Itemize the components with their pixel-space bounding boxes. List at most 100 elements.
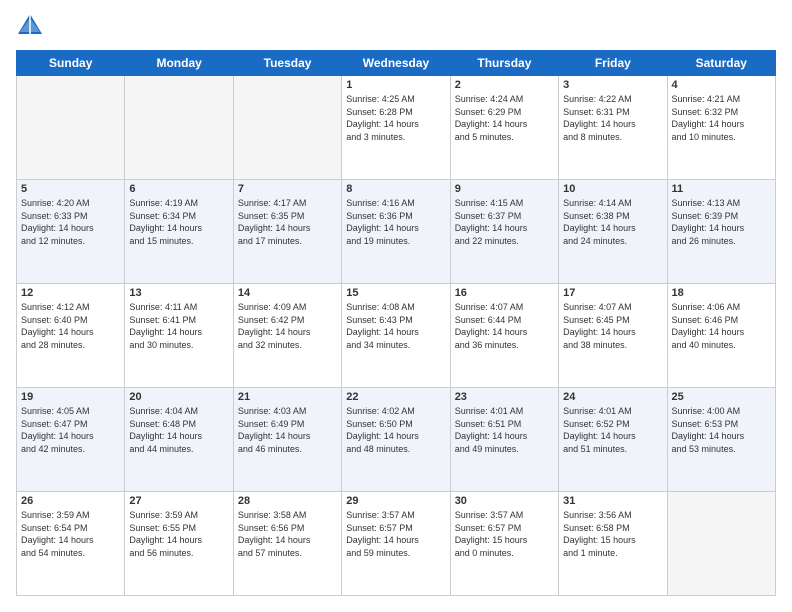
day-info-28: Sunrise: 3:58 AM Sunset: 6:56 PM Dayligh… xyxy=(238,509,337,559)
day-number-3: 3 xyxy=(563,79,662,91)
weekday-header-thursday: Thursday xyxy=(450,51,558,76)
empty-cell xyxy=(125,76,233,180)
day-number-5: 5 xyxy=(21,183,120,195)
day-info-4: Sunrise: 4:21 AM Sunset: 6:32 PM Dayligh… xyxy=(672,93,771,143)
weekday-header-monday: Monday xyxy=(125,51,233,76)
day-cell-4: 4Sunrise: 4:21 AM Sunset: 6:32 PM Daylig… xyxy=(667,76,775,180)
day-info-22: Sunrise: 4:02 AM Sunset: 6:50 PM Dayligh… xyxy=(346,405,445,455)
week-row-5: 26 Sunrise: 3:59 AM Sunset: 6:54 PM Dayli… xyxy=(17,492,776,596)
day-number-15: 15 xyxy=(346,287,445,299)
day-number-22: 22 xyxy=(346,391,445,403)
day-number-26: 26 xyxy=(21,495,120,507)
week-row-4: 19 Sunrise: 4:05 AM Sunset: 6:47 PM Dayli… xyxy=(17,388,776,492)
calendar-table: SundayMondayTuesdayWednesdayThursdayFrid… xyxy=(16,50,776,596)
day-info-14: Sunrise: 4:09 AM Sunset: 6:42 PM Dayligh… xyxy=(238,301,337,351)
day-number-2: 2 xyxy=(455,79,554,91)
day-info-13: Sunrise: 4:11 AM Sunset: 6:41 PM Dayligh… xyxy=(129,301,228,351)
day-cell-16: 16Sunrise: 4:07 AM Sunset: 6:44 PM Dayli… xyxy=(450,284,558,388)
day-number-14: 14 xyxy=(238,287,337,299)
day-cell-13: 13 Sunrise: 4:11 AM Sunset: 6:41 PM Dayli… xyxy=(125,284,233,388)
day-cell-5: 5 Sunrise: 4:20 AM Sunset: 6:33 PM Daylig… xyxy=(17,180,125,284)
day-cell-31: 31 Sunrise: 3:56 AM Sunset: 6:58 PM Dayli… xyxy=(559,492,667,596)
day-info-8: Sunrise: 4:16 AM Sunset: 6:36 PM Dayligh… xyxy=(346,197,445,247)
empty-cell xyxy=(233,76,341,180)
day-cell-30: 30 Sunrise: 3:57 AM Sunset: 6:57 PM Dayli… xyxy=(450,492,558,596)
day-info-1: Sunrise: 4:25 AM Sunset: 6:28 PM Dayligh… xyxy=(346,93,445,143)
day-info-10: Sunrise: 4:14 AM Sunset: 6:38 PM Dayligh… xyxy=(563,197,662,247)
day-number-30: 30 xyxy=(455,495,554,507)
weekday-header-row: SundayMondayTuesdayWednesdayThursdayFrid… xyxy=(17,51,776,76)
day-number-8: 8 xyxy=(346,183,445,195)
day-info-19: Sunrise: 4:05 AM Sunset: 6:47 PM Dayligh… xyxy=(21,405,120,455)
day-number-19: 19 xyxy=(21,391,120,403)
day-info-5: Sunrise: 4:20 AM Sunset: 6:33 PM Dayligh… xyxy=(21,197,120,247)
day-info-2: Sunrise: 4:24 AM Sunset: 6:29 PM Dayligh… xyxy=(455,93,554,143)
header xyxy=(16,16,776,40)
week-row-2: 5 Sunrise: 4:20 AM Sunset: 6:33 PM Daylig… xyxy=(17,180,776,284)
day-cell-19: 19 Sunrise: 4:05 AM Sunset: 6:47 PM Dayli… xyxy=(17,388,125,492)
day-cell-10: 10 Sunrise: 4:14 AM Sunset: 6:38 PM Dayli… xyxy=(559,180,667,284)
day-cell-3: 3Sunrise: 4:22 AM Sunset: 6:31 PM Daylig… xyxy=(559,76,667,180)
week-row-3: 12 Sunrise: 4:12 AM Sunset: 6:40 PM Dayli… xyxy=(17,284,776,388)
day-info-25: Sunrise: 4:00 AM Sunset: 6:53 PM Dayligh… xyxy=(672,405,771,455)
day-cell-7: 7 Sunrise: 4:17 AM Sunset: 6:35 PM Daylig… xyxy=(233,180,341,284)
day-info-21: Sunrise: 4:03 AM Sunset: 6:49 PM Dayligh… xyxy=(238,405,337,455)
day-info-7: Sunrise: 4:17 AM Sunset: 6:35 PM Dayligh… xyxy=(238,197,337,247)
empty-cell xyxy=(17,76,125,180)
day-cell-22: 22 Sunrise: 4:02 AM Sunset: 6:50 PM Dayli… xyxy=(342,388,450,492)
day-cell-12: 12 Sunrise: 4:12 AM Sunset: 6:40 PM Dayli… xyxy=(17,284,125,388)
logo-icon xyxy=(16,12,44,40)
day-number-13: 13 xyxy=(129,287,228,299)
day-info-29: Sunrise: 3:57 AM Sunset: 6:57 PM Dayligh… xyxy=(346,509,445,559)
day-cell-17: 17Sunrise: 4:07 AM Sunset: 6:45 PM Dayli… xyxy=(559,284,667,388)
day-cell-21: 21 Sunrise: 4:03 AM Sunset: 6:49 PM Dayli… xyxy=(233,388,341,492)
day-number-11: 11 xyxy=(672,183,771,195)
day-info-23: Sunrise: 4:01 AM Sunset: 6:51 PM Dayligh… xyxy=(455,405,554,455)
day-number-18: 18 xyxy=(672,287,771,299)
day-info-15: Sunrise: 4:08 AM Sunset: 6:43 PM Dayligh… xyxy=(346,301,445,351)
day-number-6: 6 xyxy=(129,183,228,195)
weekday-header-friday: Friday xyxy=(559,51,667,76)
day-cell-1: 1Sunrise: 4:25 AM Sunset: 6:28 PM Daylig… xyxy=(342,76,450,180)
day-cell-20: 20 Sunrise: 4:04 AM Sunset: 6:48 PM Dayli… xyxy=(125,388,233,492)
day-number-31: 31 xyxy=(563,495,662,507)
day-number-10: 10 xyxy=(563,183,662,195)
day-number-23: 23 xyxy=(455,391,554,403)
day-number-21: 21 xyxy=(238,391,337,403)
page: SundayMondayTuesdayWednesdayThursdayFrid… xyxy=(0,0,792,612)
logo xyxy=(16,16,48,40)
weekday-header-sunday: Sunday xyxy=(17,51,125,76)
day-info-24: Sunrise: 4:01 AM Sunset: 6:52 PM Dayligh… xyxy=(563,405,662,455)
day-number-24: 24 xyxy=(563,391,662,403)
day-info-26: Sunrise: 3:59 AM Sunset: 6:54 PM Dayligh… xyxy=(21,509,120,559)
day-number-20: 20 xyxy=(129,391,228,403)
day-cell-24: 24 Sunrise: 4:01 AM Sunset: 6:52 PM Dayli… xyxy=(559,388,667,492)
day-info-16: Sunrise: 4:07 AM Sunset: 6:44 PM Dayligh… xyxy=(455,301,554,351)
day-number-28: 28 xyxy=(238,495,337,507)
day-info-20: Sunrise: 4:04 AM Sunset: 6:48 PM Dayligh… xyxy=(129,405,228,455)
day-info-6: Sunrise: 4:19 AM Sunset: 6:34 PM Dayligh… xyxy=(129,197,228,247)
weekday-header-saturday: Saturday xyxy=(667,51,775,76)
day-cell-15: 15 Sunrise: 4:08 AM Sunset: 6:43 PM Dayli… xyxy=(342,284,450,388)
day-cell-25: 25 Sunrise: 4:00 AM Sunset: 6:53 PM Dayli… xyxy=(667,388,775,492)
day-number-29: 29 xyxy=(346,495,445,507)
day-cell-2: 2 Sunrise: 4:24 AM Sunset: 6:29 PM Daylig… xyxy=(450,76,558,180)
day-cell-29: 29 Sunrise: 3:57 AM Sunset: 6:57 PM Dayli… xyxy=(342,492,450,596)
day-cell-27: 27Sunrise: 3:59 AM Sunset: 6:55 PM Dayli… xyxy=(125,492,233,596)
day-cell-11: 11 Sunrise: 4:13 AM Sunset: 6:39 PM Dayli… xyxy=(667,180,775,284)
day-number-12: 12 xyxy=(21,287,120,299)
day-info-17: Sunrise: 4:07 AM Sunset: 6:45 PM Dayligh… xyxy=(563,301,662,351)
day-number-7: 7 xyxy=(238,183,337,195)
day-cell-14: 14 Sunrise: 4:09 AM Sunset: 6:42 PM Dayli… xyxy=(233,284,341,388)
day-info-30: Sunrise: 3:57 AM Sunset: 6:57 PM Dayligh… xyxy=(455,509,554,559)
day-cell-23: 23 Sunrise: 4:01 AM Sunset: 6:51 PM Dayli… xyxy=(450,388,558,492)
day-number-25: 25 xyxy=(672,391,771,403)
day-info-27: Sunrise: 3:59 AM Sunset: 6:55 PM Dayligh… xyxy=(129,509,228,559)
weekday-header-tuesday: Tuesday xyxy=(233,51,341,76)
day-info-18: Sunrise: 4:06 AM Sunset: 6:46 PM Dayligh… xyxy=(672,301,771,351)
weekday-header-wednesday: Wednesday xyxy=(342,51,450,76)
day-info-11: Sunrise: 4:13 AM Sunset: 6:39 PM Dayligh… xyxy=(672,197,771,247)
day-info-31: Sunrise: 3:56 AM Sunset: 6:58 PM Dayligh… xyxy=(563,509,662,559)
day-info-12: Sunrise: 4:12 AM Sunset: 6:40 PM Dayligh… xyxy=(21,301,120,351)
week-row-1: 1Sunrise: 4:25 AM Sunset: 6:28 PM Daylig… xyxy=(17,76,776,180)
